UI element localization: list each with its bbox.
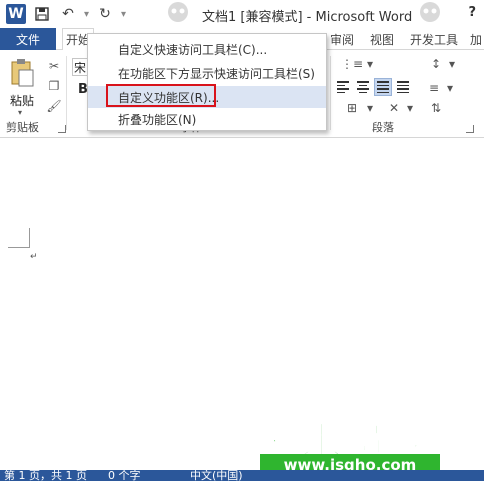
asian-layout-icon[interactable]: ✕ <box>386 100 402 116</box>
numbering-dropdown-icon[interactable]: ▾ <box>362 56 378 72</box>
status-language[interactable]: 中文(中国) <box>190 470 243 481</box>
align-center-icon[interactable] <box>354 78 372 96</box>
cut-icon[interactable]: ✂ <box>46 58 62 74</box>
undo-dropdown-icon[interactable]: ▾ <box>84 9 89 20</box>
bullets-icon[interactable]: ⋮≡ <box>341 56 363 72</box>
redo-icon[interactable]: ↻ <box>95 4 115 24</box>
paragraph-group-label: 段落 <box>372 121 394 134</box>
line-spacing-icon[interactable]: ↕ <box>428 56 444 72</box>
ribbon-context-menu: 自定义快速访问工具栏(C)... 在功能区下方显示快速访问工具栏(S) 自定义功… <box>87 33 327 131</box>
shading-icon[interactable]: ≡ <box>426 80 442 96</box>
customize-qat-icon[interactable]: ▾ <box>121 9 126 20</box>
tab-addins[interactable]: 加 <box>470 28 482 50</box>
highlight-box <box>106 84 216 107</box>
undo-icon[interactable]: ↶ <box>58 4 78 24</box>
status-bar: 第 1 页，共 1 页 0 个字 中文(中国) <box>0 470 484 481</box>
help-button[interactable]: ? <box>468 5 476 20</box>
paragraph-launcher-icon[interactable] <box>466 125 474 133</box>
group-divider <box>66 56 67 130</box>
status-words[interactable]: 0 个字 <box>108 470 141 481</box>
clipboard-launcher-icon[interactable] <box>58 125 66 133</box>
line-spacing-dropdown-icon[interactable]: ▾ <box>444 56 460 72</box>
decor-skull-icon <box>168 2 188 22</box>
word-logo-icon[interactable]: W <box>6 4 26 24</box>
title-bar: W ↶ ▾ ↻ ▾ 文档1 [兼容模式] - Microsoft Word ? <box>0 0 484 28</box>
quick-access-toolbar: W ↶ ▾ ↻ ▾ <box>6 4 126 24</box>
status-page[interactable]: 第 1 页，共 1 页 <box>4 470 87 481</box>
font-name-box[interactable]: 宋 <box>72 58 88 76</box>
menu-collapse-ribbon[interactable]: 折叠功能区(N) <box>88 108 326 130</box>
shading-dropdown-icon[interactable]: ▾ <box>442 80 458 96</box>
sort-icon[interactable]: ⇅ <box>428 100 444 116</box>
window-title: 文档1 [兼容模式] - Microsoft Word <box>202 10 413 25</box>
asian-layout-dropdown-icon[interactable]: ▾ <box>402 100 418 116</box>
clipboard-group-label: 剪贴板 <box>6 121 39 134</box>
save-icon[interactable] <box>32 4 52 24</box>
paragraph-mark: ↵ <box>30 252 38 262</box>
format-painter-icon[interactable]: 🖌 <box>46 98 62 114</box>
distributed-icon[interactable] <box>394 78 412 96</box>
decor-skull-icon <box>420 2 440 22</box>
tab-review[interactable]: 审阅 <box>330 28 354 50</box>
paste-dropdown-icon[interactable]: ▾ <box>18 108 22 117</box>
tab-view[interactable]: 视图 <box>370 28 394 50</box>
group-divider <box>330 56 331 130</box>
borders-dropdown-icon[interactable]: ▾ <box>362 100 378 116</box>
menu-show-qat-below[interactable]: 在功能区下方显示快速访问工具栏(S) <box>88 62 326 84</box>
tab-file[interactable]: 文件 <box>0 28 56 50</box>
copy-icon[interactable]: ❐ <box>46 78 62 94</box>
align-left-icon[interactable] <box>334 78 352 96</box>
borders-icon[interactable]: ⊞ <box>344 100 360 116</box>
tab-developer[interactable]: 开发工具 <box>410 28 458 50</box>
paste-button[interactable]: 粘贴 <box>10 92 34 109</box>
menu-customize-qat[interactable]: 自定义快速访问工具栏(C)... <box>88 38 326 60</box>
justify-icon[interactable] <box>374 78 392 96</box>
paste-icon[interactable] <box>10 58 34 88</box>
margin-corner-mark <box>8 228 30 248</box>
